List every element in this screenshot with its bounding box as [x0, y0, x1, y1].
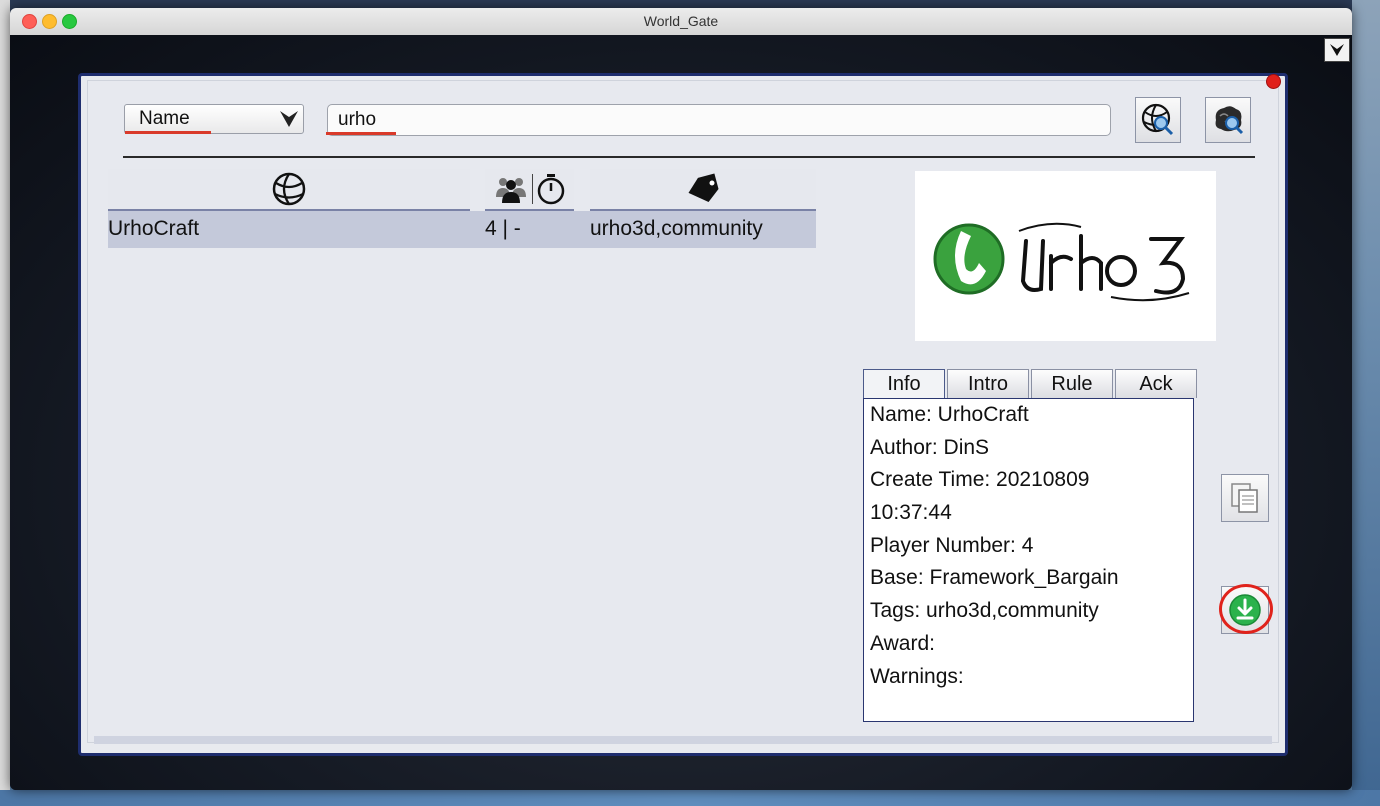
info-tags: Tags: urho3d,community: [870, 599, 1099, 623]
dialog-bottom-bar: [94, 736, 1272, 744]
dialog-body: Name urho UrhoCraft 4 | - urho3d,communi…: [87, 80, 1279, 744]
app-window: World_Gate Name urho UrhoCraft 4 | - urh…: [10, 8, 1352, 790]
urho-logo-image: [933, 222, 1189, 302]
chevron-down-icon: [1330, 44, 1344, 56]
info-player-number: Player Number: 4: [870, 533, 1034, 557]
cell-world-name: UrhoCraft: [108, 217, 200, 240]
dialog-close-button[interactable]: [1266, 74, 1281, 89]
download-highlight-ring: [1219, 584, 1273, 634]
search-field-value: Name: [139, 108, 190, 129]
chevron-down-icon: [280, 111, 298, 127]
copy-button[interactable]: [1221, 474, 1269, 522]
search-field-select[interactable]: Name: [124, 104, 304, 134]
column-header-world[interactable]: [108, 169, 470, 211]
cell-players: 4 | -: [485, 217, 521, 240]
info-panel: Name: UrhoCraft Author: DinS Create Time…: [863, 398, 1194, 722]
column-header-players[interactable]: [485, 169, 574, 211]
info-author: Author: DinS: [870, 435, 990, 459]
info-warnings: Warnings:: [870, 664, 964, 688]
search-input[interactable]: urho: [326, 104, 1111, 136]
field-underline: [125, 131, 211, 134]
desktop-bottom-edge: [0, 790, 1380, 806]
corner-menu-button[interactable]: [1324, 38, 1350, 62]
search-query: urho: [338, 109, 377, 130]
search-brain-button[interactable]: [1205, 97, 1251, 143]
timer-icon: [537, 174, 565, 205]
column-header-tags[interactable]: [590, 169, 816, 211]
cell-tags: urho3d,community: [590, 217, 763, 240]
info-create-time-cont: 10:37:44: [870, 501, 952, 525]
desktop-left-edge: [0, 0, 10, 806]
tab-rule[interactable]: Rule: [1031, 369, 1113, 398]
world-search-icon: [1141, 103, 1174, 136]
desktop-right-edge: [1352, 0, 1380, 806]
info-base: Base: Framework_Bargain: [870, 566, 1119, 590]
info-name: Name: UrhoCraft: [870, 403, 1029, 426]
title-bar: World_Gate: [10, 8, 1352, 36]
world-icon: [272, 172, 306, 206]
world-logo: [915, 171, 1216, 341]
tab-info[interactable]: Info: [863, 369, 945, 398]
world-gate-dialog: Name urho UrhoCraft 4 | - urho3d,communi…: [78, 73, 1288, 756]
copy-icon: [1231, 483, 1258, 513]
players-icon: [496, 178, 526, 203]
brain-search-icon: [1215, 106, 1244, 135]
info-award: Award:: [870, 631, 935, 655]
window-title: World_Gate: [643, 13, 719, 29]
query-underline: [326, 132, 396, 135]
tag-icon: [688, 173, 719, 203]
info-tabs: Info Intro Rule Ack: [863, 369, 1197, 398]
tab-ack[interactable]: Ack: [1115, 369, 1197, 398]
table-row[interactable]: UrhoCraft 4 | - urho3d,community: [108, 211, 816, 248]
info-create-time: Create Time: 20210809: [870, 468, 1090, 492]
search-world-button[interactable]: [1135, 97, 1181, 143]
header-separator: [123, 156, 1255, 158]
tab-intro[interactable]: Intro: [947, 369, 1029, 398]
